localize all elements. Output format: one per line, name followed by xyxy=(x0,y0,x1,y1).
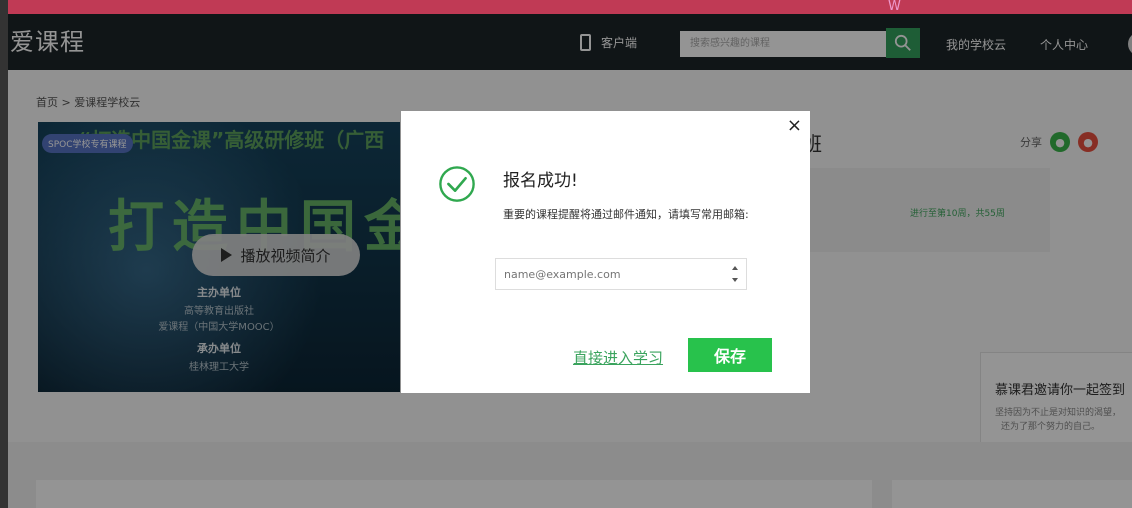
arrow-down-icon xyxy=(732,278,738,282)
close-icon[interactable]: × xyxy=(787,117,802,135)
check-circle-icon xyxy=(439,166,475,202)
browser-top-strip: W xyxy=(8,0,1132,14)
signup-success-dialog: × 报名成功! 重要的课程提醒将通过邮件通知，请填写常用邮箱: 直接进入学习 保… xyxy=(401,111,810,393)
top-glyph: W xyxy=(888,0,901,14)
dialog-message: 重要的课程提醒将通过邮件通知，请填写常用邮箱: xyxy=(503,208,749,221)
save-button[interactable]: 保存 xyxy=(688,338,772,372)
enter-study-link[interactable]: 直接进入学习 xyxy=(573,347,663,368)
arrow-up-icon xyxy=(732,266,738,270)
page-root: W 爱课程 客户端 搜索感兴趣的课程 我的学校云 个人中心 首页 > 爱课程学校… xyxy=(0,0,1132,508)
dialog-title: 报名成功! xyxy=(503,171,578,191)
email-stepper[interactable] xyxy=(731,266,739,282)
email-input[interactable] xyxy=(495,258,747,290)
